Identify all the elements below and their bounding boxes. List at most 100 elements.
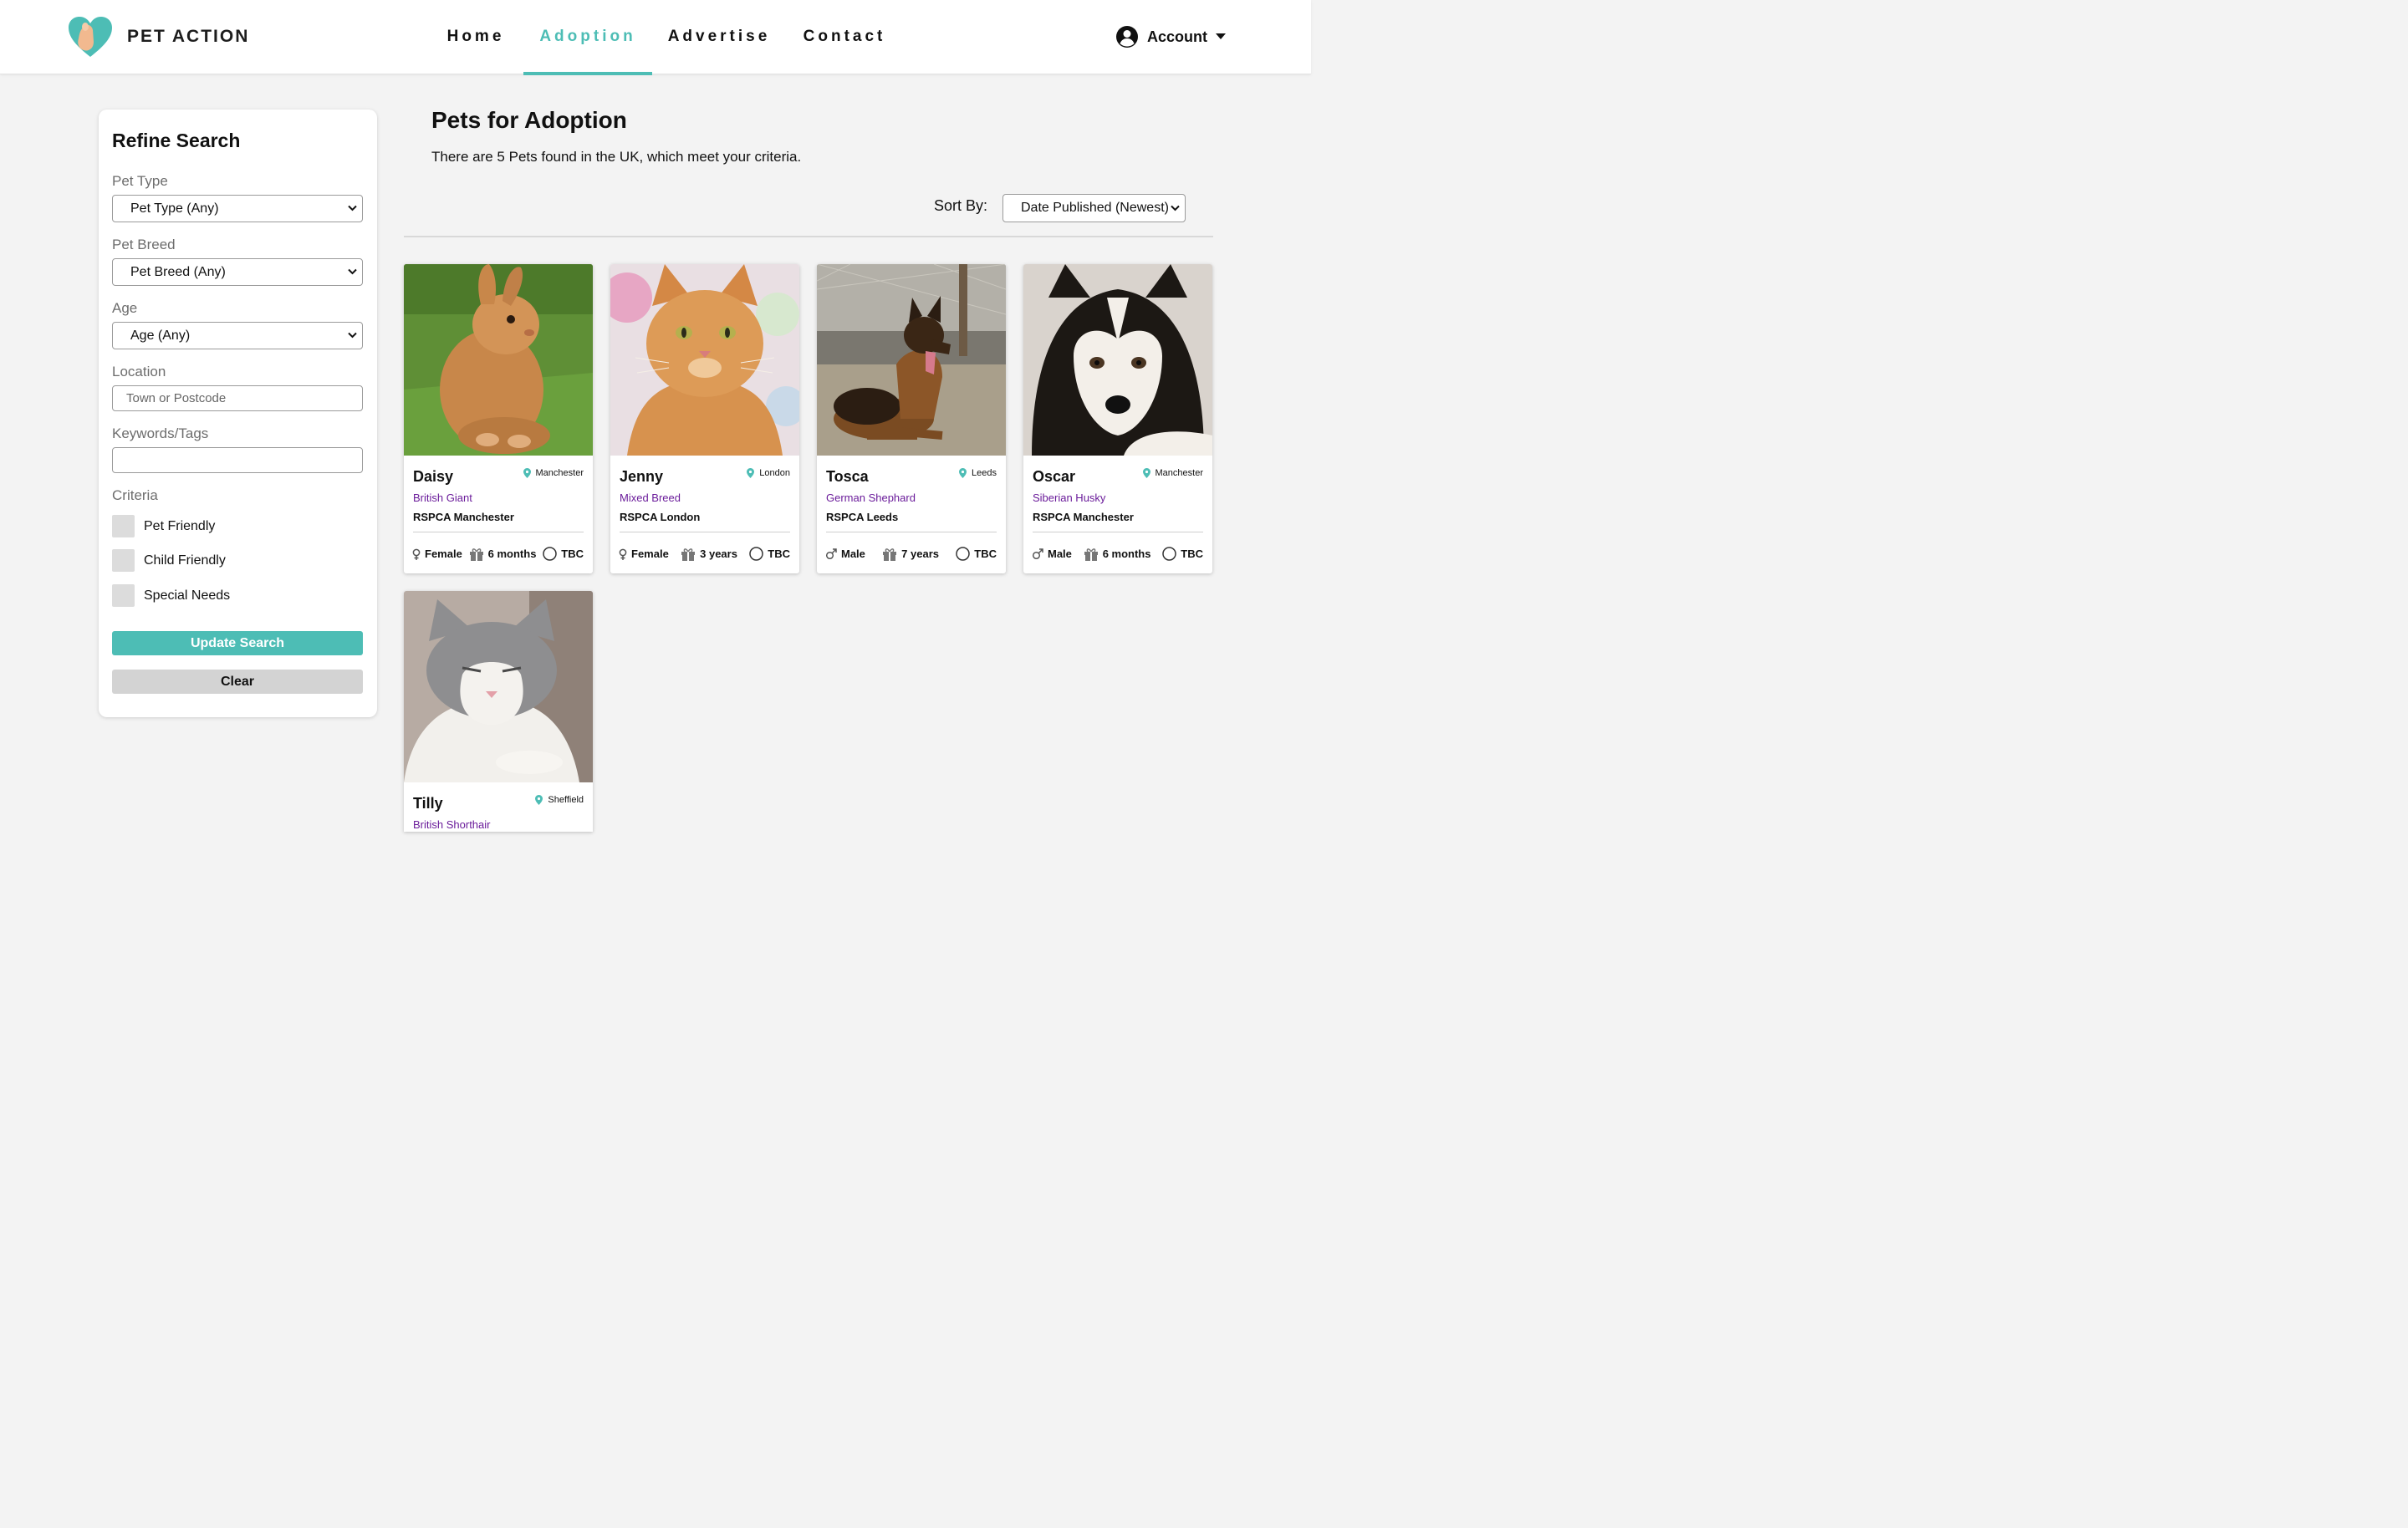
pet-status: TBC: [543, 547, 584, 561]
pet-name: Jenny: [620, 468, 664, 485]
nav-advertise[interactable]: Advertise: [652, 0, 786, 74]
checkbox-box[interactable]: [112, 515, 135, 537]
pet-sex-label: Male: [1048, 548, 1072, 560]
pet-name: Tilly: [413, 795, 443, 812]
pet-friendly-label: Pet Friendly: [144, 518, 216, 533]
pet-card[interactable]: Tilly Sheffield British Shorthair: [404, 591, 593, 832]
sort-value: Date Published (Newest): [1021, 201, 1169, 215]
pet-location-label: Leeds: [972, 468, 997, 478]
pet-location-label: Sheffield: [548, 795, 584, 805]
pet-shelter: RSPCA Manchester: [1033, 511, 1134, 523]
pet-location: Manchester: [1142, 468, 1203, 478]
brand-logo-link[interactable]: PET ACTION: [67, 15, 249, 59]
nav-home[interactable]: Home: [428, 0, 523, 74]
ginger-cat-photo: [610, 264, 799, 456]
pet-age-label: 3 years: [700, 548, 737, 560]
pet-status-label: TBC: [561, 548, 584, 560]
female-icon: [619, 548, 627, 560]
pet-sex: Male: [825, 548, 865, 560]
location-pin-icon: [959, 468, 967, 478]
circle-icon: [543, 547, 558, 561]
pet-age-label: 6 months: [1102, 548, 1151, 560]
pet-card[interactable]: Oscar Manchester Siberian Husky RSPCA Ma…: [1023, 264, 1212, 573]
page-title: Pets for Adoption: [431, 107, 627, 133]
pet-location: Sheffield: [535, 795, 584, 805]
pet-status: TBC: [956, 547, 997, 561]
location-pin-icon: [523, 468, 531, 478]
pet-name: Oscar: [1033, 468, 1076, 485]
pet-status: TBC: [749, 547, 790, 561]
special-needs-checkbox[interactable]: Special Needs: [112, 584, 230, 607]
rabbit-photo: [404, 264, 593, 456]
pet-name: Daisy: [413, 468, 454, 485]
male-icon: [1032, 548, 1043, 559]
heart-paw-logo-icon: [69, 17, 112, 57]
pet-breed: British Giant: [413, 492, 472, 504]
nav-contact[interactable]: Contact: [786, 0, 903, 74]
refine-search-title: Refine Search: [112, 130, 241, 151]
pet-card[interactable]: Jenny London Mixed Breed RSPCA London Fe…: [610, 264, 799, 573]
pet-friendly-checkbox[interactable]: Pet Friendly: [112, 515, 215, 537]
pet-breed: Mixed Breed: [620, 492, 681, 504]
male-icon: [825, 548, 837, 559]
caret-down-icon: [1216, 33, 1226, 39]
child-friendly-checkbox[interactable]: Child Friendly: [112, 549, 226, 572]
pet-location: London: [747, 468, 790, 478]
pet-location: Manchester: [523, 468, 584, 478]
pet-breed-select[interactable]: Pet Breed (Any): [112, 258, 363, 286]
circle-icon: [956, 547, 971, 561]
pet-age-label: 7 years: [901, 548, 939, 560]
sort-select[interactable]: Date Published (Newest): [1002, 194, 1186, 222]
pet-card[interactable]: Tosca Leeds German Shephard RSPCA Leeds …: [817, 264, 1006, 573]
refine-search-panel: Refine Search Pet Type Pet Type (Any) Pe…: [99, 110, 377, 717]
age-value: Age (Any): [130, 328, 191, 343]
age-select[interactable]: Age (Any): [112, 322, 363, 349]
location-label: Location: [112, 364, 166, 379]
checkbox-box[interactable]: [112, 549, 135, 572]
pet-meta: Female 6 months TBC: [412, 547, 584, 561]
pet-location-label: Manchester: [535, 468, 584, 478]
gift-icon: [883, 548, 897, 561]
age-label: Age: [112, 300, 138, 316]
chevron-down-icon: [348, 268, 357, 275]
pet-breed-value: Pet Breed (Any): [130, 264, 226, 279]
gift-icon: [469, 548, 483, 561]
grey-white-cat-photo: [404, 591, 593, 782]
pet-age-label: 6 months: [487, 548, 537, 560]
checkbox-box[interactable]: [112, 584, 135, 607]
keywords-input[interactable]: [112, 447, 363, 473]
account-label: Account: [1147, 28, 1207, 45]
nav-adoption[interactable]: Adoption: [523, 0, 652, 75]
criteria-label: Criteria: [112, 487, 158, 503]
circle-icon: [1162, 547, 1177, 561]
chevron-down-icon: [1171, 205, 1180, 211]
child-friendly-label: Child Friendly: [144, 553, 226, 568]
pet-type-select[interactable]: Pet Type (Any): [112, 195, 363, 222]
pet-age: 7 years: [882, 548, 939, 561]
main-nav: Home Adoption Advertise Contact: [428, 0, 903, 75]
pet-sex: Male: [1032, 548, 1072, 560]
update-search-button[interactable]: Update Search: [112, 631, 363, 655]
pet-type-label: Pet Type: [112, 173, 168, 189]
pet-breed: German Shephard: [826, 492, 916, 504]
pet-shelter: RSPCA Manchester: [413, 511, 514, 523]
account-menu[interactable]: Account: [1115, 25, 1226, 48]
pet-breed-label: Pet Breed: [112, 237, 176, 252]
pet-card[interactable]: Daisy Manchester British Giant RSPCA Man…: [404, 264, 593, 573]
pet-meta: Male 7 years TBC: [825, 547, 997, 561]
pet-age: 6 months: [469, 548, 537, 561]
pet-location: Leeds: [959, 468, 997, 478]
clear-button[interactable]: Clear: [112, 670, 363, 694]
pet-sex: Female: [619, 548, 669, 560]
female-icon: [412, 548, 421, 560]
location-input[interactable]: [112, 385, 363, 411]
pet-status-label: TBC: [768, 548, 790, 560]
result-count-text: There are 5 Pets found in the UK, which …: [431, 149, 802, 165]
location-pin-icon: [747, 468, 755, 478]
location-pin-icon: [1142, 468, 1150, 478]
chevron-down-icon: [348, 332, 357, 339]
pet-age: 6 months: [1084, 548, 1151, 561]
pet-name: Tosca: [826, 468, 869, 485]
chevron-down-icon: [348, 205, 357, 211]
pet-age: 3 years: [681, 548, 737, 561]
